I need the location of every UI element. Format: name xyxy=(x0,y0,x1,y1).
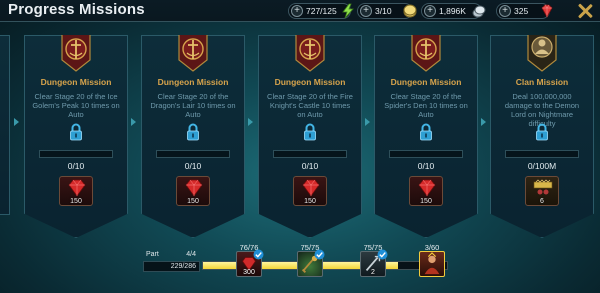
coin-value: 3/10 xyxy=(375,6,392,16)
mission-title: Dungeon Mission xyxy=(390,77,462,87)
mission-progress: 0/10 xyxy=(184,161,202,171)
ruby-reward-icon[interactable]: 150 xyxy=(176,176,210,206)
reward-count: 150 xyxy=(187,198,199,205)
mission-card[interactable]: Dungeon Mission Clear Stage 20 of the Fi… xyxy=(258,35,362,238)
mission-progress-bar xyxy=(156,150,230,158)
chevron-right-icon xyxy=(131,118,136,126)
mission-card[interactable]: Clan Mission Deal 100,000,000 damage to … xyxy=(490,35,594,238)
dungeon-emblem-icon xyxy=(177,35,209,72)
mission-description: Clear Stage 20 of the Dragon's Lair 10 t… xyxy=(150,92,236,119)
mission-card[interactable]: Dungeon Mission Clear Stage 20 of the Dr… xyxy=(141,35,245,238)
dungeon-emblem-icon xyxy=(60,35,92,72)
mission-title: Dungeon Mission xyxy=(157,77,229,87)
lock-icon xyxy=(419,123,433,141)
ruby-reward-icon[interactable]: 150 xyxy=(59,176,93,206)
clan-emblem-icon xyxy=(526,35,558,72)
check-icon xyxy=(253,249,264,260)
silver-coin-counter[interactable]: + 3/10 xyxy=(357,3,417,19)
mission-progress-bar xyxy=(389,150,463,158)
chevron-right-icon xyxy=(481,118,486,126)
part-indicator: Part 4/4 229/286 xyxy=(143,250,200,274)
reward-count: 150 xyxy=(420,198,432,205)
energy-counter[interactable]: + 727/125 xyxy=(288,3,354,19)
mission-progress: 0/100M xyxy=(527,161,557,171)
mission-progress: 0/10 xyxy=(67,161,85,171)
chevron-right-icon xyxy=(248,118,253,126)
milestone-reward-chest[interactable]: 300 xyxy=(236,249,264,277)
close-icon[interactable] xyxy=(576,2,594,20)
silver-counter[interactable]: + 1,896K xyxy=(421,3,486,19)
chevron-right-icon xyxy=(14,118,19,126)
ruby-reward-icon[interactable]: 150 xyxy=(409,176,443,206)
milestone-reward-chest[interactable]: 2 xyxy=(360,249,388,277)
milestone-reward-chest[interactable] xyxy=(297,249,325,277)
mission-progress-bar xyxy=(505,150,579,158)
lock-icon xyxy=(535,123,549,141)
previous-card-edge xyxy=(0,35,10,215)
mission-progress: 0/10 xyxy=(301,161,319,171)
energy-icon xyxy=(342,3,354,19)
mission-card[interactable]: Dungeon Mission Clear Stage 20 of the Ic… xyxy=(24,35,128,238)
gem-icon xyxy=(541,4,553,18)
reward-count: 2 xyxy=(371,269,375,276)
check-icon xyxy=(377,249,388,260)
silver-icon xyxy=(472,5,486,18)
page-title: Progress Missions xyxy=(8,1,145,18)
gem-counter[interactable]: + 325 xyxy=(496,3,553,19)
add-energy-icon[interactable]: + xyxy=(291,5,303,17)
check-icon xyxy=(314,249,325,260)
silver-value: 1,896K xyxy=(439,6,466,16)
chevron-right-icon xyxy=(365,118,370,126)
reward-count: 150 xyxy=(70,198,82,205)
add-gem-icon[interactable]: + xyxy=(499,5,511,17)
lock-icon xyxy=(69,123,83,141)
mission-progress-bar xyxy=(273,150,347,158)
gem-value: 325 xyxy=(514,6,529,16)
clan-chest-reward-icon[interactable]: 6 xyxy=(525,176,559,206)
reward-count: 300 xyxy=(243,269,255,276)
part-value: 4/4 xyxy=(186,251,196,258)
add-coin-icon[interactable]: + xyxy=(360,5,372,17)
milestone-reward-chest[interactable] xyxy=(419,251,445,277)
ruby-reward-icon[interactable]: 150 xyxy=(293,176,327,206)
mission-description: Clear Stage 20 of the Spider's Den 10 ti… xyxy=(384,92,468,119)
mission-progress: 0/10 xyxy=(417,161,435,171)
mission-title: Dungeon Mission xyxy=(274,77,346,87)
mission-description: Clear Stage 20 of the Fire Knight's Cast… xyxy=(267,92,353,119)
energy-value: 727/125 xyxy=(306,6,337,16)
mission-title: Dungeon Mission xyxy=(40,77,112,87)
lock-icon xyxy=(186,123,200,141)
lock-icon xyxy=(303,123,317,141)
mission-description: Clear Stage 20 of the Ice Golem's Peak 1… xyxy=(32,92,120,119)
silver-coin-icon xyxy=(403,4,417,18)
mission-progress-bar xyxy=(39,150,113,158)
add-silver-icon[interactable]: + xyxy=(424,5,436,17)
dungeon-emblem-icon xyxy=(294,35,326,72)
top-bar: Progress Missions + 727/125 + 3/10 + 1,8… xyxy=(0,0,600,22)
reward-count: 6 xyxy=(540,198,544,205)
reward-count: 150 xyxy=(304,198,316,205)
points-value: 229/286 xyxy=(143,261,200,272)
mission-card[interactable]: Dungeon Mission Clear Stage 20 of the Sp… xyxy=(374,35,478,238)
mission-title: Clan Mission xyxy=(515,77,569,87)
part-label: Part xyxy=(146,251,159,258)
dungeon-emblem-icon xyxy=(410,35,442,72)
